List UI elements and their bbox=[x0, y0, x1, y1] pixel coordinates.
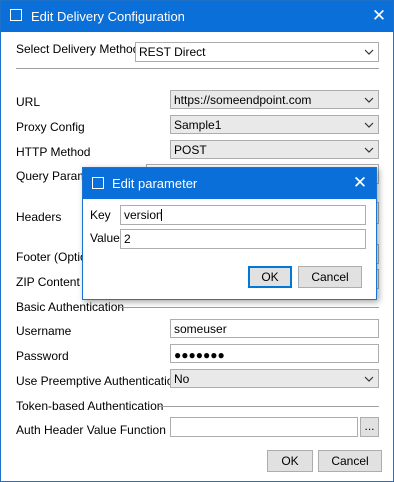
close-icon[interactable]: ✕ bbox=[368, 5, 390, 27]
auth-header-fn-input[interactable] bbox=[170, 417, 358, 437]
http-method-value: POST bbox=[174, 143, 207, 157]
username-input[interactable]: someuser bbox=[170, 319, 379, 338]
preemptive-auth-select[interactable]: No bbox=[170, 369, 379, 388]
chevron-down-icon bbox=[364, 147, 374, 153]
proxy-config-label: Proxy Config bbox=[16, 120, 85, 134]
edit-parameter-dialog: Edit parameter ✕ Key version Value 2 OK … bbox=[82, 167, 377, 300]
footer-optional-label: Footer (Optio bbox=[16, 250, 87, 264]
delivery-method-value: REST Direct bbox=[139, 45, 206, 59]
cancel-button[interactable]: Cancel bbox=[318, 450, 382, 472]
http-method-label: HTTP Method bbox=[16, 145, 91, 159]
edit-delivery-configuration-window: Edit Delivery Configuration ✕ Select Del… bbox=[0, 0, 394, 482]
headers-label: Headers bbox=[16, 210, 62, 224]
dialog-title: Edit parameter bbox=[112, 176, 198, 191]
basic-auth-heading: Basic Authentication bbox=[16, 300, 125, 314]
dialog-cancel-button[interactable]: Cancel bbox=[298, 266, 362, 288]
preemptive-auth-value: No bbox=[174, 372, 190, 386]
value-value: 2 bbox=[124, 232, 131, 246]
chevron-down-icon bbox=[364, 49, 374, 55]
divider bbox=[119, 307, 379, 308]
chevron-down-icon bbox=[364, 122, 374, 128]
value-label: Value bbox=[90, 231, 120, 245]
divider bbox=[16, 68, 379, 69]
chevron-down-icon bbox=[364, 97, 374, 103]
url-select[interactable]: https://someendpoint.com bbox=[170, 90, 379, 109]
chevron-down-icon bbox=[364, 376, 374, 382]
window-app-icon bbox=[10, 9, 22, 21]
auth-header-fn-label: Auth Header Value Function bbox=[16, 423, 166, 437]
password-label: Password bbox=[16, 349, 69, 363]
url-label: URL bbox=[16, 95, 41, 109]
delivery-method-select[interactable]: REST Direct bbox=[135, 42, 379, 62]
window-title: Edit Delivery Configuration bbox=[31, 9, 185, 24]
password-input[interactable]: ●●●●●●● bbox=[170, 344, 379, 363]
window-title-bar[interactable]: Edit Delivery Configuration ✕ bbox=[1, 1, 393, 32]
divider bbox=[159, 406, 379, 407]
key-input[interactable]: version bbox=[120, 205, 366, 225]
key-value: version bbox=[124, 208, 163, 222]
text-caret bbox=[161, 209, 162, 221]
ok-button[interactable]: OK bbox=[267, 450, 313, 472]
proxy-config-select[interactable]: Sample1 bbox=[170, 115, 379, 134]
username-label: Username bbox=[16, 324, 72, 338]
close-icon[interactable]: ✕ bbox=[349, 172, 371, 194]
http-method-select[interactable]: POST bbox=[170, 140, 379, 159]
url-value: https://someendpoint.com bbox=[174, 93, 312, 107]
dialog-app-icon bbox=[92, 177, 104, 189]
key-label: Key bbox=[90, 208, 111, 222]
delivery-method-label: Select Delivery Method bbox=[16, 42, 140, 56]
dialog-title-bar[interactable]: Edit parameter ✕ bbox=[83, 168, 376, 199]
value-input[interactable]: 2 bbox=[120, 229, 366, 249]
username-value: someuser bbox=[174, 322, 227, 336]
zip-content-label: ZIP Content bbox=[16, 275, 80, 289]
token-auth-heading: Token-based Authentication bbox=[16, 399, 164, 413]
proxy-config-value: Sample1 bbox=[174, 118, 222, 132]
preemptive-auth-label: Use Preemptive Authentication bbox=[16, 374, 181, 388]
browse-button[interactable]: ... bbox=[360, 417, 379, 437]
password-value: ●●●●●●● bbox=[174, 348, 225, 362]
dialog-ok-button[interactable]: OK bbox=[248, 266, 292, 288]
